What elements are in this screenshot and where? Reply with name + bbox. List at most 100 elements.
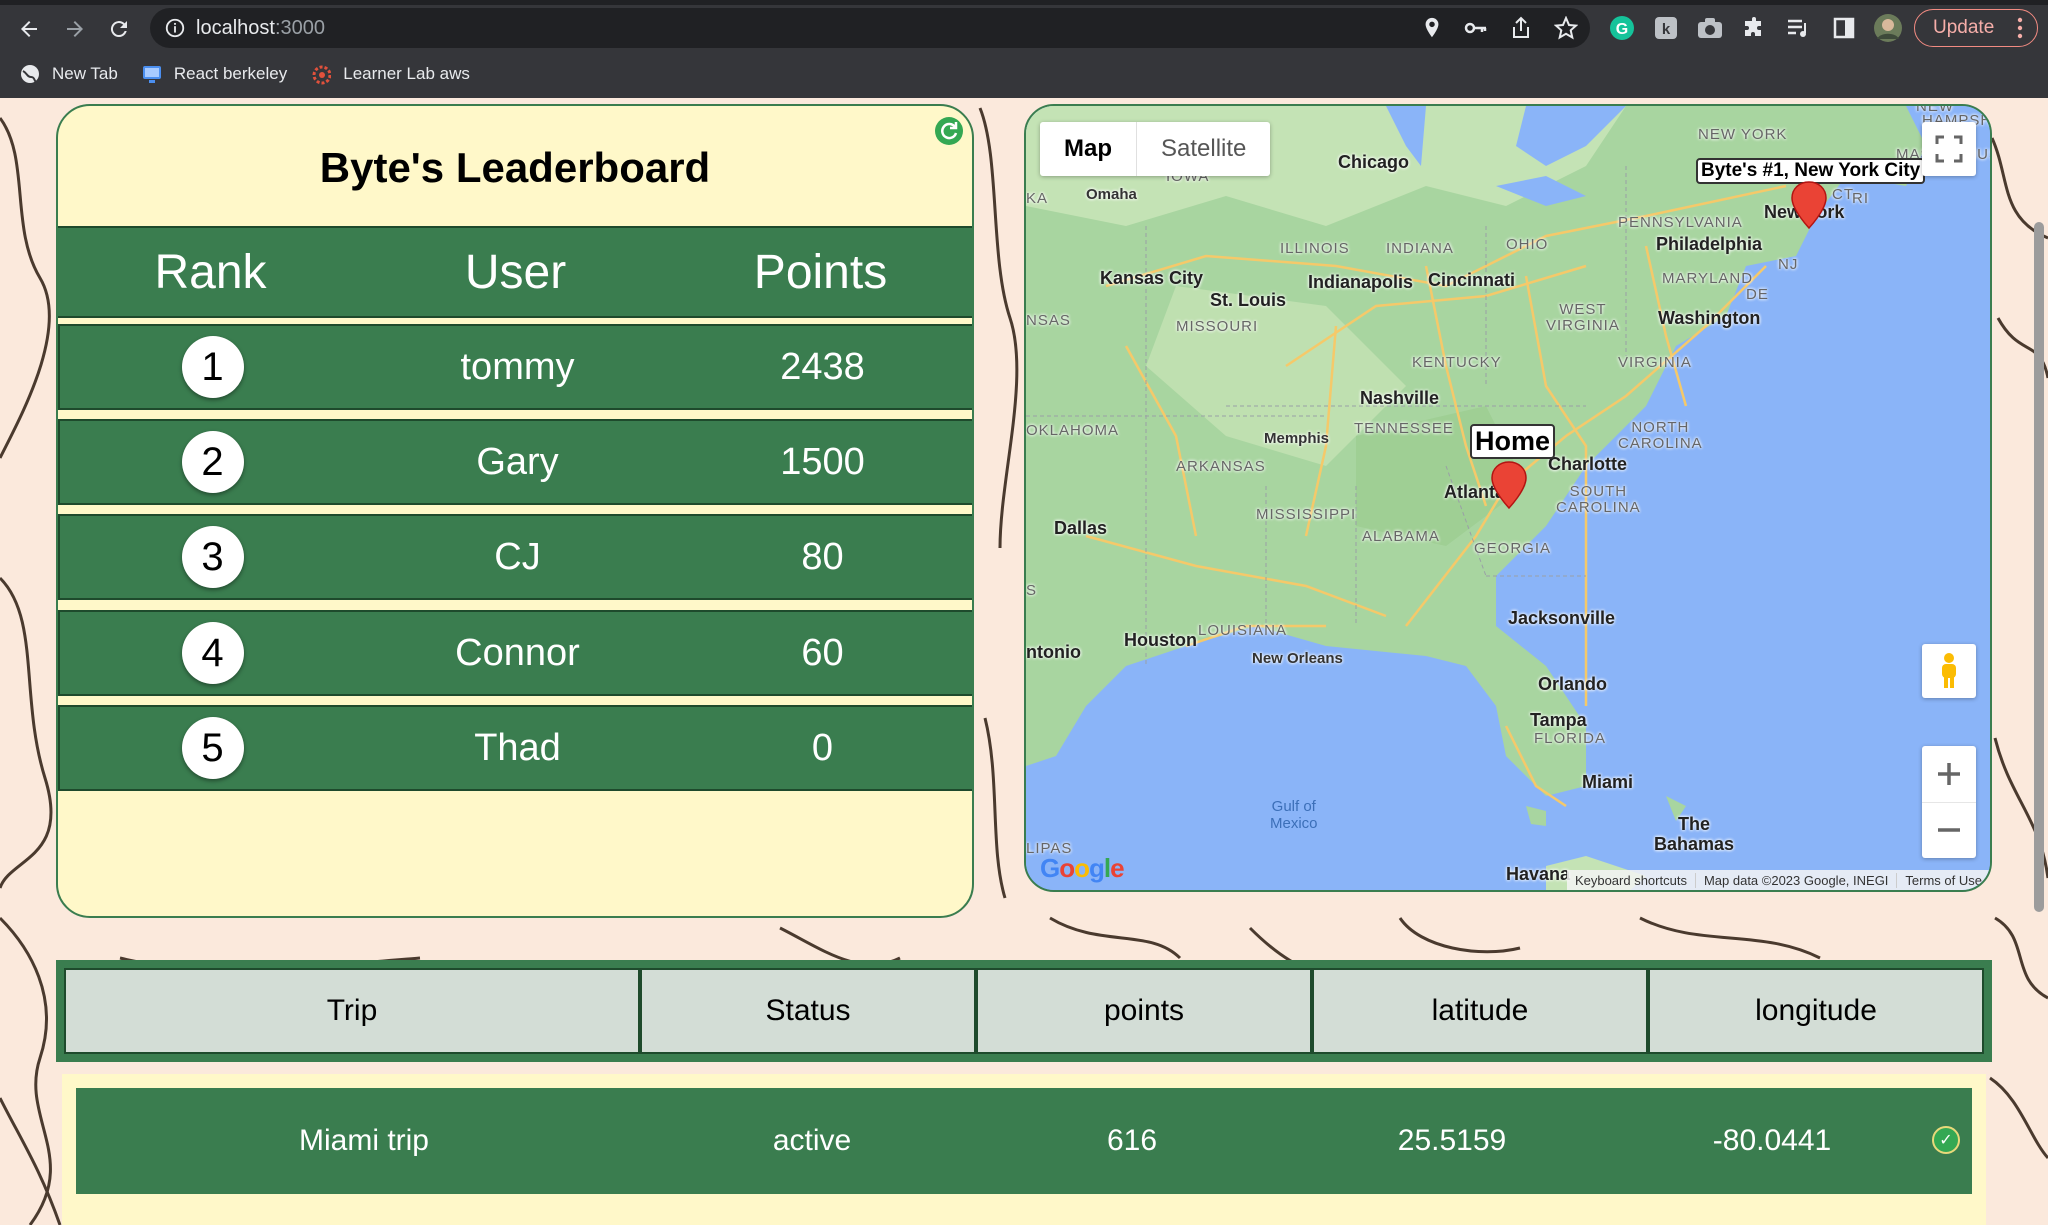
trips-table-header: Trip Status points latitude longitude — [56, 960, 1992, 1062]
leaderboard-row: 1 tommy 2438 — [58, 324, 972, 410]
arrow-right-icon — [67, 21, 83, 37]
row-user: Connor — [455, 631, 580, 674]
marker-label-home[interactable]: Home — [1470, 424, 1556, 459]
column-rank: Rank — [154, 245, 267, 299]
grammarly-icon[interactable]: G — [1606, 12, 1638, 44]
map-type-satellite-button[interactable]: Satellite — [1136, 122, 1271, 176]
row-points: 60 — [801, 631, 844, 674]
map-label: SOUTH CAROLINA — [1556, 483, 1641, 516]
map-label: DE — [1746, 286, 1769, 303]
column-status: Status — [640, 968, 976, 1054]
map-label: ILLINOIS — [1280, 240, 1350, 257]
map-label: ntonio — [1026, 642, 1081, 662]
map-label: Gulf of Mexico — [1270, 798, 1318, 832]
camera-icon[interactable] — [1694, 12, 1726, 44]
map-label: MARYLAND — [1662, 270, 1754, 287]
extension-k-icon[interactable]: k — [1650, 12, 1682, 44]
row-user: Thad — [474, 726, 561, 769]
browser-chrome: localhost:3000 G k Update New Tab React … — [0, 0, 2048, 98]
row-points: 0 — [811, 726, 834, 769]
map-label: KA — [1026, 190, 1049, 207]
zoom-in-button[interactable] — [1922, 746, 1976, 803]
map-marker-icon[interactable] — [1790, 180, 1828, 230]
bookmark-learner-lab[interactable]: Learner Lab aws — [311, 64, 470, 85]
map-label: INDIANA — [1386, 240, 1454, 257]
update-label: Update — [1933, 17, 1995, 38]
trip-latitude: 25.5159 — [1397, 1124, 1507, 1157]
map-label: Tampa — [1530, 710, 1587, 730]
monitor-icon — [142, 64, 162, 84]
page-scrollbar[interactable] — [2034, 222, 2044, 912]
map-label: MISSOURI — [1176, 318, 1259, 335]
fullscreen-button[interactable] — [1922, 122, 1976, 176]
bookmark-new-tab[interactable]: New Tab — [20, 64, 118, 84]
row-points: 80 — [801, 535, 844, 578]
map-label: ALABAMA — [1362, 528, 1440, 545]
map-label: KENTUCKY — [1412, 354, 1502, 371]
update-button[interactable]: Update — [1914, 9, 2038, 47]
map-label: Dallas — [1054, 518, 1108, 538]
media-list-icon[interactable] — [1782, 12, 1814, 44]
address-bar[interactable]: localhost:3000 — [150, 8, 1590, 48]
minus-icon — [1938, 828, 1960, 832]
info-icon[interactable] — [164, 17, 186, 39]
share-icon[interactable] — [1505, 12, 1537, 44]
map-label: FLORIDA — [1534, 730, 1607, 747]
refresh-icon[interactable] — [934, 116, 964, 146]
star-icon[interactable] — [1550, 12, 1582, 44]
map-label: St. Louis — [1210, 290, 1286, 310]
forward-button[interactable] — [58, 12, 92, 46]
map-label: The Bahamas — [1654, 814, 1735, 854]
map-label: Houston — [1124, 630, 1197, 650]
keyboard-shortcuts-link[interactable]: Keyboard shortcuts — [1567, 873, 1695, 888]
map-label: Jacksonville — [1508, 608, 1616, 628]
google-map[interactable]: Chicago Omaha IOWA KA Kansas City St. Lo… — [1024, 104, 1992, 892]
url-text: localhost:3000 — [196, 16, 325, 39]
profile-avatar[interactable] — [1872, 12, 1904, 44]
location-icon[interactable] — [1416, 12, 1448, 44]
trip-row[interactable]: Miami trip active 616 25.5159 -80.0441 ✓ — [76, 1088, 1972, 1194]
zoom-out-button[interactable] — [1922, 803, 1976, 859]
column-user: User — [464, 245, 567, 299]
row-user: CJ — [494, 535, 541, 578]
pegman-icon — [1942, 653, 1956, 688]
puzzle-icon[interactable] — [1738, 12, 1770, 44]
map-label: NSAS — [1026, 312, 1071, 329]
map-label: Omaha — [1086, 186, 1137, 203]
map-data-attribution: Map data ©2023 Google, INEGI — [1694, 872, 1896, 888]
check-icon[interactable]: ✓ — [1932, 1126, 1960, 1154]
globe-icon — [20, 64, 40, 84]
aws-icon — [311, 64, 332, 85]
rank-badge: 2 — [181, 431, 244, 493]
column-longitude: longitude — [1648, 968, 1984, 1054]
map-label: Nashville — [1360, 388, 1440, 408]
map-label: Cincinnati — [1428, 270, 1516, 290]
map-label: S — [1026, 582, 1038, 599]
svg-text:k: k — [1662, 21, 1671, 38]
map-type-map-button[interactable]: Map — [1040, 122, 1136, 176]
column-points: Points — [753, 245, 888, 299]
street-view-button[interactable] — [1922, 644, 1976, 698]
side-panel-icon[interactable] — [1828, 12, 1860, 44]
reload-button[interactable] — [102, 12, 136, 46]
map-label: ARKANSAS — [1176, 458, 1266, 475]
back-button[interactable] — [12, 12, 46, 46]
map-marker-icon[interactable] — [1490, 460, 1528, 510]
rank-badge: 1 — [181, 336, 244, 398]
map-label: New Orleans — [1252, 650, 1343, 667]
bookmark-react-berkeley[interactable]: React berkeley — [142, 64, 287, 84]
column-trip: Trip — [64, 968, 640, 1054]
trips-table-footer — [62, 1209, 1986, 1225]
map-type-control: Map Satellite — [1040, 122, 1271, 176]
key-icon[interactable] — [1460, 12, 1492, 44]
plus-icon — [1938, 762, 1960, 785]
column-points: points — [976, 968, 1312, 1054]
map-label: TENNESSEE — [1354, 420, 1454, 437]
trip-name: Miami trip — [298, 1124, 429, 1157]
rank-badge: 4 — [181, 622, 244, 684]
terms-of-use-link[interactable]: Terms of Use — [1896, 872, 1990, 888]
map-label: Washington — [1658, 308, 1761, 328]
more-vert-icon[interactable] — [2017, 16, 2023, 46]
map-label: WEST VIRGINIA — [1546, 301, 1620, 334]
leaderboard-row: 5 Thad 0 — [58, 705, 972, 791]
